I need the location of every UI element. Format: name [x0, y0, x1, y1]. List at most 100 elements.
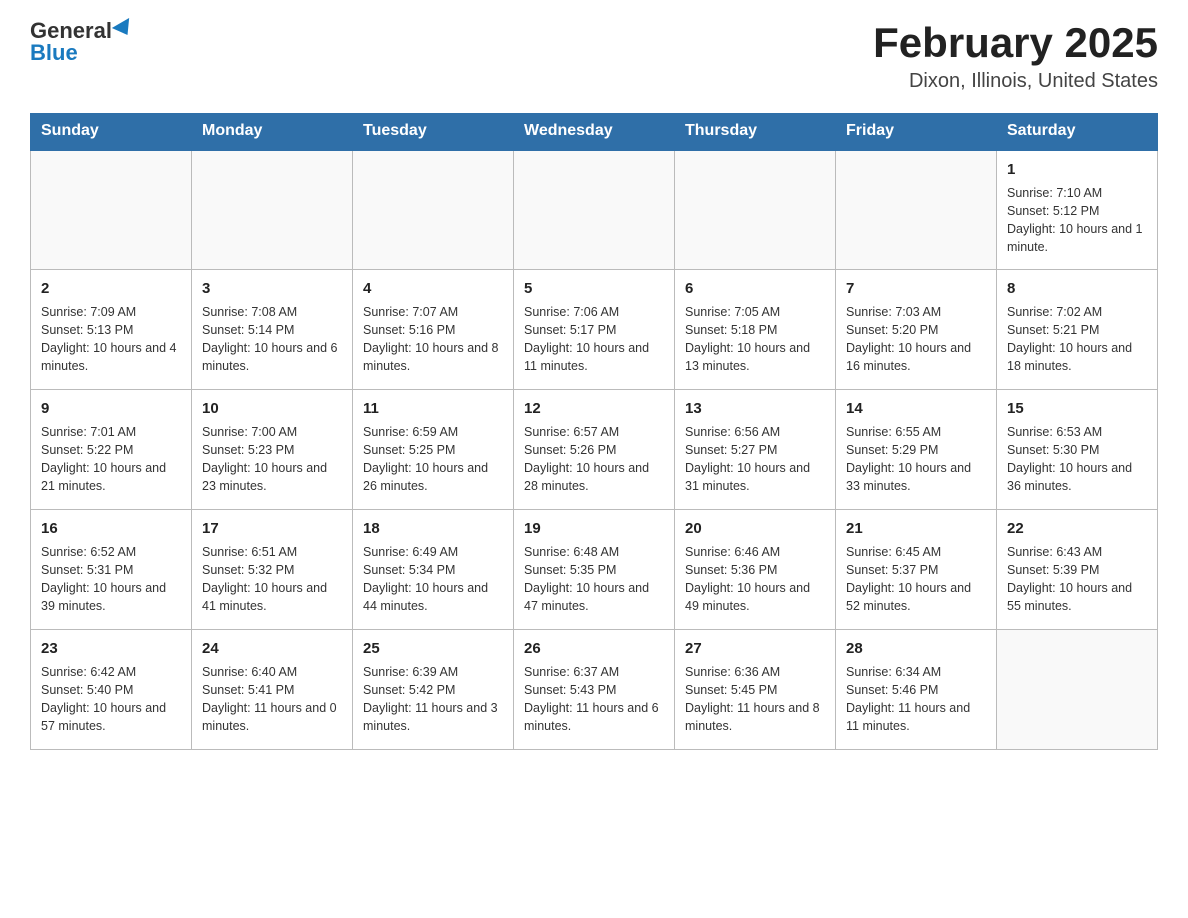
sunrise-text: Sunrise: 6:49 AM — [363, 543, 503, 561]
calendar-day-cell: 28Sunrise: 6:34 AMSunset: 5:46 PMDayligh… — [836, 630, 997, 750]
day-of-week-header: Tuesday — [353, 114, 514, 150]
sunset-text: Sunset: 5:40 PM — [41, 681, 181, 699]
sunrise-text: Sunrise: 7:07 AM — [363, 303, 503, 321]
daylight-text: Daylight: 10 hours and 33 minutes. — [846, 459, 986, 495]
calendar-day-cell: 3Sunrise: 7:08 AMSunset: 5:14 PMDaylight… — [192, 270, 353, 390]
calendar-day-cell: 7Sunrise: 7:03 AMSunset: 5:20 PMDaylight… — [836, 270, 997, 390]
daylight-text: Daylight: 10 hours and 52 minutes. — [846, 579, 986, 615]
sunrise-text: Sunrise: 6:37 AM — [524, 663, 664, 681]
sunrise-text: Sunrise: 6:43 AM — [1007, 543, 1147, 561]
calendar-day-cell: 4Sunrise: 7:07 AMSunset: 5:16 PMDaylight… — [353, 270, 514, 390]
sunrise-text: Sunrise: 7:05 AM — [685, 303, 825, 321]
daylight-text: Daylight: 11 hours and 11 minutes. — [846, 699, 986, 735]
sunset-text: Sunset: 5:35 PM — [524, 561, 664, 579]
sunrise-text: Sunrise: 7:06 AM — [524, 303, 664, 321]
daylight-text: Daylight: 10 hours and 28 minutes. — [524, 459, 664, 495]
calendar-day-cell: 26Sunrise: 6:37 AMSunset: 5:43 PMDayligh… — [514, 630, 675, 750]
calendar-day-cell — [836, 150, 997, 270]
sunrise-text: Sunrise: 6:57 AM — [524, 423, 664, 441]
sunrise-text: Sunrise: 6:52 AM — [41, 543, 181, 561]
daylight-text: Daylight: 10 hours and 18 minutes. — [1007, 339, 1147, 375]
calendar-body: 1Sunrise: 7:10 AMSunset: 5:12 PMDaylight… — [31, 150, 1158, 750]
sunset-text: Sunset: 5:36 PM — [685, 561, 825, 579]
daylight-text: Daylight: 10 hours and 31 minutes. — [685, 459, 825, 495]
calendar-day-cell — [31, 150, 192, 270]
sunrise-text: Sunrise: 7:00 AM — [202, 423, 342, 441]
sunset-text: Sunset: 5:22 PM — [41, 441, 181, 459]
calendar-day-cell — [675, 150, 836, 270]
sunrise-text: Sunrise: 6:55 AM — [846, 423, 986, 441]
page-header: General Blue February 2025 Dixon, Illino… — [30, 20, 1158, 93]
day-number: 3 — [202, 278, 342, 300]
sunset-text: Sunset: 5:43 PM — [524, 681, 664, 699]
day-of-week-header: Wednesday — [514, 114, 675, 150]
sunset-text: Sunset: 5:34 PM — [363, 561, 503, 579]
day-of-week-header: Monday — [192, 114, 353, 150]
sunset-text: Sunset: 5:41 PM — [202, 681, 342, 699]
calendar-day-cell: 9Sunrise: 7:01 AMSunset: 5:22 PMDaylight… — [31, 390, 192, 510]
sunset-text: Sunset: 5:12 PM — [1007, 202, 1147, 220]
calendar-day-cell: 22Sunrise: 6:43 AMSunset: 5:39 PMDayligh… — [997, 510, 1158, 630]
sunrise-text: Sunrise: 6:39 AM — [363, 663, 503, 681]
sunset-text: Sunset: 5:18 PM — [685, 321, 825, 339]
calendar-day-cell — [353, 150, 514, 270]
calendar-day-cell: 6Sunrise: 7:05 AMSunset: 5:18 PMDaylight… — [675, 270, 836, 390]
calendar-week-row: 23Sunrise: 6:42 AMSunset: 5:40 PMDayligh… — [31, 630, 1158, 750]
calendar-day-cell: 8Sunrise: 7:02 AMSunset: 5:21 PMDaylight… — [997, 270, 1158, 390]
day-number: 2 — [41, 278, 181, 300]
calendar-header: SundayMondayTuesdayWednesdayThursdayFrid… — [31, 114, 1158, 150]
sunset-text: Sunset: 5:32 PM — [202, 561, 342, 579]
sunrise-text: Sunrise: 6:45 AM — [846, 543, 986, 561]
calendar-day-cell — [997, 630, 1158, 750]
day-number: 4 — [363, 278, 503, 300]
logo-blue-text: Blue — [30, 42, 78, 64]
calendar-day-cell: 14Sunrise: 6:55 AMSunset: 5:29 PMDayligh… — [836, 390, 997, 510]
sunset-text: Sunset: 5:25 PM — [363, 441, 503, 459]
sunset-text: Sunset: 5:26 PM — [524, 441, 664, 459]
day-number: 25 — [363, 638, 503, 660]
day-of-week-header: Friday — [836, 114, 997, 150]
sunrise-text: Sunrise: 6:56 AM — [685, 423, 825, 441]
daylight-text: Daylight: 11 hours and 0 minutes. — [202, 699, 342, 735]
calendar-day-cell: 2Sunrise: 7:09 AMSunset: 5:13 PMDaylight… — [31, 270, 192, 390]
calendar-day-cell: 23Sunrise: 6:42 AMSunset: 5:40 PMDayligh… — [31, 630, 192, 750]
sunrise-text: Sunrise: 6:40 AM — [202, 663, 342, 681]
calendar-day-cell: 24Sunrise: 6:40 AMSunset: 5:41 PMDayligh… — [192, 630, 353, 750]
sunrise-text: Sunrise: 7:03 AM — [846, 303, 986, 321]
sunrise-text: Sunrise: 6:53 AM — [1007, 423, 1147, 441]
calendar-day-cell: 21Sunrise: 6:45 AMSunset: 5:37 PMDayligh… — [836, 510, 997, 630]
daylight-text: Daylight: 10 hours and 13 minutes. — [685, 339, 825, 375]
daylight-text: Daylight: 10 hours and 55 minutes. — [1007, 579, 1147, 615]
daylight-text: Daylight: 10 hours and 26 minutes. — [363, 459, 503, 495]
daylight-text: Daylight: 10 hours and 44 minutes. — [363, 579, 503, 615]
daylight-text: Daylight: 10 hours and 11 minutes. — [524, 339, 664, 375]
calendar-table: SundayMondayTuesdayWednesdayThursdayFrid… — [30, 113, 1158, 750]
sunrise-text: Sunrise: 7:08 AM — [202, 303, 342, 321]
sunset-text: Sunset: 5:17 PM — [524, 321, 664, 339]
calendar-day-cell: 11Sunrise: 6:59 AMSunset: 5:25 PMDayligh… — [353, 390, 514, 510]
calendar-day-cell: 19Sunrise: 6:48 AMSunset: 5:35 PMDayligh… — [514, 510, 675, 630]
sunrise-text: Sunrise: 7:10 AM — [1007, 184, 1147, 202]
sunset-text: Sunset: 5:42 PM — [363, 681, 503, 699]
day-number: 7 — [846, 278, 986, 300]
logo: General Blue — [30, 20, 134, 64]
sunrise-text: Sunrise: 6:34 AM — [846, 663, 986, 681]
calendar-day-cell: 12Sunrise: 6:57 AMSunset: 5:26 PMDayligh… — [514, 390, 675, 510]
daylight-text: Daylight: 10 hours and 47 minutes. — [524, 579, 664, 615]
daylight-text: Daylight: 10 hours and 23 minutes. — [202, 459, 342, 495]
sunset-text: Sunset: 5:14 PM — [202, 321, 342, 339]
day-of-week-header: Sunday — [31, 114, 192, 150]
sunrise-text: Sunrise: 6:46 AM — [685, 543, 825, 561]
calendar-day-cell: 16Sunrise: 6:52 AMSunset: 5:31 PMDayligh… — [31, 510, 192, 630]
calendar-title: February 2025 — [873, 20, 1158, 66]
sunset-text: Sunset: 5:13 PM — [41, 321, 181, 339]
sunset-text: Sunset: 5:23 PM — [202, 441, 342, 459]
daylight-text: Daylight: 10 hours and 49 minutes. — [685, 579, 825, 615]
sunset-text: Sunset: 5:29 PM — [846, 441, 986, 459]
calendar-week-row: 2Sunrise: 7:09 AMSunset: 5:13 PMDaylight… — [31, 270, 1158, 390]
sunrise-text: Sunrise: 6:42 AM — [41, 663, 181, 681]
day-header-row: SundayMondayTuesdayWednesdayThursdayFrid… — [31, 114, 1158, 150]
calendar-day-cell: 20Sunrise: 6:46 AMSunset: 5:36 PMDayligh… — [675, 510, 836, 630]
day-number: 26 — [524, 638, 664, 660]
daylight-text: Daylight: 11 hours and 3 minutes. — [363, 699, 503, 735]
